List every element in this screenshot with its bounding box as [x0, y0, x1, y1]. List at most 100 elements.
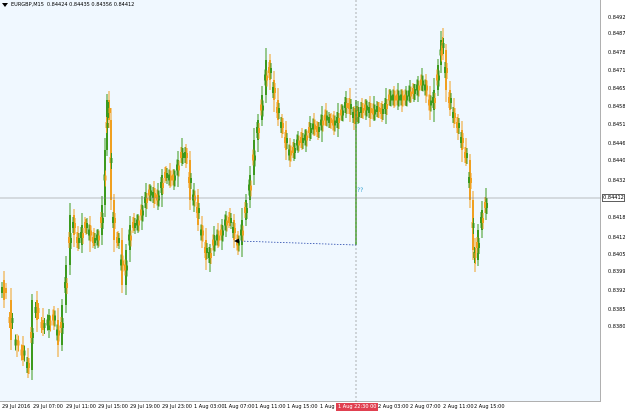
candle-body [454, 113, 456, 118]
candle-body [20, 349, 23, 356]
price-chart[interactable] [0, 0, 601, 402]
candle-body [216, 234, 218, 241]
candle-body [86, 223, 88, 228]
candle-body [434, 98, 436, 103]
candle-body [142, 210, 144, 216]
plot-area[interactable] [0, 0, 601, 402]
candle-body [134, 223, 136, 228]
candle-body [344, 102, 346, 108]
candle-body [456, 122, 458, 128]
candle-body [224, 219, 226, 226]
candle-body [330, 118, 332, 123]
candle-body [37, 308, 40, 313]
candle-body [14, 339, 17, 346]
time-tick-label: 1 Aug 03:00 [194, 404, 225, 410]
candle-body [26, 362, 28, 368]
candle-body [256, 127, 258, 133]
price-tick-label: 0.84715 [608, 67, 625, 74]
candle-body [262, 105, 264, 111]
candle-body [23, 350, 26, 356]
price-tick-label: 0.84515 [608, 121, 625, 128]
candle-body [372, 108, 374, 115]
candle-body [106, 123, 109, 128]
candle-body [422, 80, 424, 86]
candle-body [46, 319, 49, 326]
price-tick-label: 0.84465 [608, 140, 625, 147]
candle-body [182, 153, 184, 158]
candle-body [68, 237, 70, 243]
price-tick-label: 0.84325 [608, 177, 625, 184]
candle-body [212, 239, 214, 246]
candle-body [334, 120, 336, 126]
candle-body [308, 127, 310, 133]
candle-body [302, 138, 304, 143]
candle-body [204, 247, 206, 253]
candle-body [312, 123, 314, 130]
candle-body [482, 218, 484, 223]
candle-body [320, 119, 322, 126]
candle-body [154, 193, 156, 198]
candle-body [88, 229, 90, 236]
chart-title-bar: EURGBP,M15 0.84424 0.84435 0.84356 0.844… [2, 2, 134, 8]
candle-body [74, 223, 76, 228]
time-tick-label: 29 Jul 2016 [2, 404, 31, 410]
candle-body [176, 164, 178, 171]
candle-body [296, 139, 298, 146]
candle-body [242, 230, 244, 236]
candle-body [254, 155, 256, 161]
candle-body [222, 230, 224, 236]
candle-body [248, 184, 250, 191]
candle-body [112, 217, 114, 223]
candle-body [452, 112, 454, 118]
candle-body [464, 152, 466, 158]
candle-body [172, 174, 174, 181]
candle-body [362, 108, 364, 113]
price-tick-label: 0.83990 [608, 268, 625, 275]
price-tick-label: 0.84585 [608, 103, 625, 110]
candle-body [436, 74, 438, 81]
candle-body [186, 153, 188, 158]
candle-body [386, 104, 388, 109]
price-tick-label: 0.84870 [608, 30, 625, 37]
candle-body [180, 152, 182, 158]
candle-body [102, 218, 104, 223]
candle-body [306, 135, 308, 141]
candle-body [250, 185, 252, 191]
candle-body [328, 117, 330, 123]
candle-body [80, 232, 82, 238]
candle-body [162, 183, 164, 188]
chart-window[interactable]: EURGBP,M15 0.84424 0.84435 0.84356 0.844… [0, 0, 625, 413]
candle-body [348, 103, 350, 109]
dropdown-arrow-icon[interactable] [2, 3, 8, 7]
candle-body [408, 90, 410, 97]
candle-body [94, 238, 96, 243]
price-tick-label: 0.84925 [608, 14, 625, 21]
candle-body [202, 230, 204, 236]
candle-body [474, 253, 477, 258]
candle-body [96, 234, 98, 241]
candle-body [268, 67, 270, 73]
candle-body [49, 320, 52, 326]
candle-body [34, 307, 37, 313]
candle-body [460, 137, 462, 143]
candle-body [178, 165, 180, 171]
candle-body [168, 174, 170, 181]
candle-body [214, 240, 216, 246]
candle-body [336, 117, 338, 123]
candle-body [300, 137, 302, 143]
candle-body [394, 95, 396, 101]
candle-body [484, 202, 486, 208]
candle-body [402, 95, 404, 101]
candle-body [424, 84, 426, 91]
candle-body [404, 94, 406, 101]
candle-body [210, 253, 212, 258]
candle-body [380, 108, 382, 114]
candle-body [122, 260, 124, 266]
candle-body [124, 264, 126, 271]
candle-body [150, 190, 152, 196]
candle-body [226, 220, 228, 226]
candle-body [318, 127, 320, 132]
candle-body [444, 67, 446, 73]
candle-body [244, 207, 246, 213]
candle-body [43, 323, 46, 328]
